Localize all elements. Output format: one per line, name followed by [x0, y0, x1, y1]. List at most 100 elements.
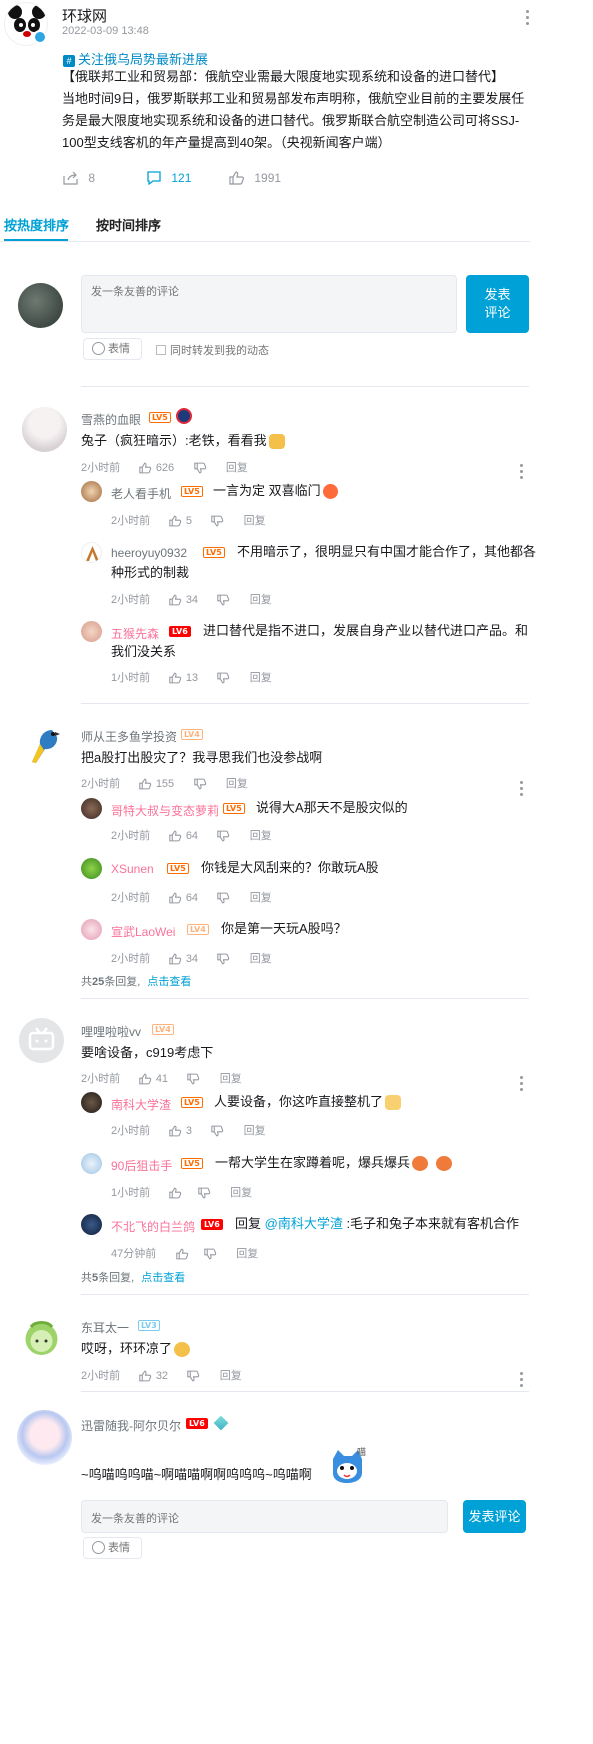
comment-more-icon[interactable] [520, 781, 524, 799]
reply-dislike-button[interactable] [211, 1123, 224, 1137]
reply-like-button[interactable]: 13 [169, 670, 198, 684]
comment-username[interactable]: 迅雷随我-阿尔贝尔 [81, 1417, 181, 1434]
reply-avatar[interactable] [81, 542, 102, 563]
reply-reply-button[interactable]: 回复 [250, 953, 272, 965]
reply-reply-button[interactable]: 回复 [250, 672, 272, 684]
bottom-emoji-button[interactable]: 表情 [83, 1537, 142, 1559]
reply-username[interactable]: XSunen [111, 862, 154, 876]
level-badge: LV3 [138, 1320, 160, 1331]
comment-avatar[interactable] [17, 1410, 72, 1465]
reply-reply-button[interactable]: 回复 [236, 1248, 258, 1260]
emoji-button[interactable]: 表情 [83, 338, 142, 360]
forward-checkbox-row[interactable]: 同时转发到我的动态 [156, 342, 269, 358]
comment-divider [81, 1294, 529, 1295]
reply-dislike-button[interactable] [217, 828, 230, 842]
reply-like-button[interactable]: 3 [169, 1123, 192, 1137]
reply-username[interactable]: 五猴先森 [111, 625, 159, 642]
comment-reply-button[interactable]: 回复 [226, 462, 248, 474]
reply-avatar[interactable] [81, 621, 102, 642]
level-badge: LV5 [149, 412, 171, 423]
comment-avatar[interactable] [19, 1018, 64, 1063]
reply-like-button[interactable]: 34 [169, 592, 198, 606]
view-more-link[interactable]: 点击查看 [141, 1272, 185, 1284]
reply-avatar[interactable] [81, 481, 102, 502]
more-suffix: 条回复, [98, 1272, 135, 1284]
comment-username[interactable]: 师从王多鱼学投资 [81, 728, 177, 745]
reply-like-button[interactable] [169, 1185, 185, 1199]
share-button[interactable]: 8 [63, 170, 95, 185]
reply-like-button[interactable]: 34 [169, 951, 198, 965]
reply-dislike-button[interactable] [217, 951, 230, 965]
reply-reply-button[interactable]: 回复 [250, 892, 272, 904]
bottom-comment-textarea[interactable]: 发一条友善的评论 [81, 1500, 448, 1533]
comment-avatar[interactable] [19, 1315, 64, 1360]
comment-more-icon[interactable] [520, 1372, 524, 1390]
reply-username[interactable]: 宣武LaoWei [111, 923, 175, 940]
emoji-sticker-icon [174, 1342, 191, 1358]
reply-reply-button[interactable]: 回复 [244, 1125, 266, 1137]
reply-reply-button[interactable]: 回复 [244, 515, 266, 527]
bottom-submit-button[interactable]: 发表评论 [463, 1500, 526, 1533]
reply-avatar[interactable] [81, 1214, 102, 1235]
smiley-icon [92, 1540, 105, 1554]
mention-link[interactable]: @南科大学渣 [265, 1216, 343, 1231]
like-button[interactable]: 1991 [229, 170, 281, 185]
comment-username[interactable]: 雪燕的血眼 [81, 411, 141, 428]
reply-username[interactable]: 南科大学渣 [111, 1096, 171, 1113]
reply-dislike-button[interactable] [211, 513, 224, 527]
comment-like-button[interactable]: 626 [139, 460, 174, 474]
view-more-link[interactable]: 点击查看 [147, 976, 191, 988]
comment-dislike-button[interactable] [193, 776, 207, 790]
reply-like-button[interactable]: 64 [169, 828, 198, 842]
comment-dislike-button[interactable] [193, 460, 207, 474]
smiley-icon [92, 341, 105, 355]
reply-text: 不用暗示了，很明显只有中国才能合作了，其他都各 [237, 544, 537, 559]
comment-meta: 2小时前 32 回复 [81, 1367, 242, 1383]
comment-reply-button[interactable]: 回复 [220, 1073, 242, 1085]
post-author-name[interactable]: 环球网 [62, 5, 107, 26]
comment-like-button[interactable]: 155 [139, 776, 174, 790]
tab-time[interactable]: 按时间排序 [96, 215, 161, 234]
comment-more-icon[interactable] [520, 464, 524, 482]
reply-username[interactable]: heeroyuy0932 [111, 546, 187, 560]
reply-dislike-button[interactable] [217, 890, 230, 904]
reply-dislike-button[interactable] [217, 670, 230, 684]
comment-button[interactable]: 121 [146, 170, 191, 185]
comment-textarea[interactable]: 发一条友善的评论 [81, 275, 457, 333]
comment-avatar[interactable] [22, 724, 67, 769]
comment-avatar[interactable] [22, 407, 67, 452]
post-more-icon[interactable] [526, 10, 530, 28]
comment-reply-button[interactable]: 回复 [220, 1370, 242, 1382]
reply-reply-button[interactable]: 回复 [250, 830, 272, 842]
comment-like-button[interactable]: 41 [139, 1071, 168, 1085]
comment-like-button[interactable]: 32 [139, 1368, 168, 1382]
thumb-up-icon [139, 1370, 152, 1382]
reply-like-button[interactable]: 5 [169, 513, 192, 527]
comment-username[interactable]: 东耳太一 [81, 1319, 129, 1336]
comment-dislike-button[interactable] [187, 1368, 200, 1382]
reply-avatar[interactable] [81, 1153, 102, 1174]
reply-avatar[interactable] [81, 1092, 102, 1113]
comment-username[interactable]: 哩哩啦啦vv [81, 1023, 141, 1040]
reply-dislike-button[interactable] [204, 1246, 217, 1260]
reply-dislike-button[interactable] [217, 592, 230, 606]
reply-username[interactable]: 不北飞的白兰鸽 [111, 1218, 195, 1235]
tab-hot[interactable]: 按热度排序 [4, 215, 69, 234]
reply-like-button[interactable] [175, 1246, 192, 1260]
reply-avatar[interactable] [81, 919, 102, 940]
reply-meta: 2小时前 34 回复 [111, 591, 272, 607]
comment-reply-button[interactable]: 回复 [226, 778, 248, 790]
reply-username[interactable]: 哥特大叔与变态萝莉 [111, 802, 219, 819]
reply-reply-button[interactable]: 回复 [230, 1187, 252, 1199]
comment-more-icon[interactable] [520, 1076, 524, 1094]
reply-avatar[interactable] [81, 858, 102, 879]
reply-username[interactable]: 90后狙击手 [111, 1157, 172, 1174]
forward-checkbox[interactable] [156, 345, 166, 356]
submit-comment-button[interactable]: 发表 评论 [466, 275, 529, 333]
reply-username[interactable]: 老人看手机 [111, 485, 171, 502]
reply-like-button[interactable]: 64 [169, 890, 198, 904]
comment-dislike-button[interactable] [187, 1071, 200, 1085]
reply-reply-button[interactable]: 回复 [250, 594, 272, 606]
reply-avatar[interactable] [81, 798, 102, 819]
reply-dislike-button[interactable] [198, 1185, 211, 1199]
